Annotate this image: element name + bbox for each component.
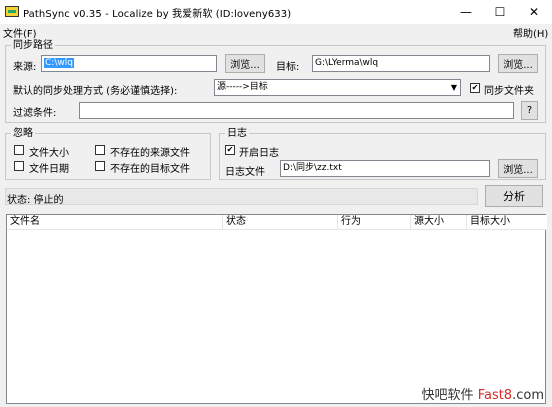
watermark-text-1: 快吧软件 xyxy=(421,388,478,403)
ignore-missing-target-label: 不存在的目标文件 xyxy=(110,164,190,175)
log-file-input[interactable]: D:\同步\zz.txt xyxy=(280,160,490,177)
target-label: 目标: xyxy=(276,62,300,73)
enable-log-label: 开启日志 xyxy=(239,148,279,159)
ignore-missing-source-checkbox[interactable] xyxy=(95,145,105,155)
target-input[interactable]: G:\LYerma\wlq xyxy=(312,55,490,72)
column-filename[interactable]: 文件名 xyxy=(7,215,223,230)
close-icon: ✕ xyxy=(528,5,540,19)
menu-help[interactable]: 帮助(H) xyxy=(513,25,548,40)
sync-path-group-title: 同步路径 xyxy=(11,40,55,51)
app-icon xyxy=(5,6,19,17)
maximize-button[interactable]: ☐ xyxy=(483,0,517,24)
ignore-missing-target-checkbox[interactable] xyxy=(95,161,105,171)
source-browse-button[interactable]: 浏览... xyxy=(225,54,265,73)
ignore-size-checkbox[interactable] xyxy=(14,145,24,155)
column-target-size[interactable]: 目标大小 xyxy=(467,215,547,230)
log-file-label: 日志文件 xyxy=(225,167,265,178)
sync-files-checkbox[interactable]: ✔ xyxy=(470,83,480,93)
watermark-text-3: .com xyxy=(512,388,544,403)
source-label: 来源: xyxy=(13,62,37,73)
file-list[interactable]: 文件名 状态 行为 源大小 目标大小 xyxy=(6,214,547,404)
watermark: 快吧软件 Fast8.com xyxy=(422,384,544,403)
ignore-date-checkbox[interactable] xyxy=(14,161,24,171)
filter-help-button[interactable]: ? xyxy=(521,101,538,120)
menu-file[interactable]: 文件(F) xyxy=(3,25,37,40)
column-status[interactable]: 状态 xyxy=(223,215,338,230)
minimize-button[interactable]: — xyxy=(449,0,483,24)
watermark-text-2: Fast8 xyxy=(477,388,513,403)
ignore-missing-source-label: 不存在的来源文件 xyxy=(110,148,190,159)
column-source-size[interactable]: 源大小 xyxy=(411,215,467,230)
sync-mode-label: 默认的同步处理方式 (务必谨慎选择): xyxy=(13,86,178,97)
check-icon: ✔ xyxy=(471,83,479,92)
column-action[interactable]: 行为 xyxy=(338,215,411,230)
filter-input[interactable] xyxy=(79,102,514,119)
sync-mode-value: 源----->目标 xyxy=(217,82,268,92)
target-browse-button[interactable]: 浏览... xyxy=(498,54,538,73)
minimize-icon: — xyxy=(460,5,472,19)
filter-label: 过滤条件: xyxy=(13,108,57,119)
ignore-group-title: 忽略 xyxy=(11,128,35,139)
check-icon: ✔ xyxy=(226,145,234,154)
sync-files-label: 同步文件夹 xyxy=(484,86,534,97)
close-button[interactable]: ✕ xyxy=(517,0,551,24)
status-text: 状态: 停止的 xyxy=(7,195,64,206)
enable-log-checkbox[interactable]: ✔ xyxy=(225,145,235,155)
log-group-title: 日志 xyxy=(225,128,249,139)
sync-mode-select[interactable]: 源----->目标 ▼ xyxy=(214,79,461,96)
menu-bar xyxy=(0,24,552,38)
ignore-size-label: 文件大小 xyxy=(29,148,69,159)
ignore-date-label: 文件日期 xyxy=(29,164,69,175)
source-input[interactable]: C:\wlq xyxy=(41,55,217,72)
log-browse-button[interactable]: 浏览... xyxy=(498,159,538,178)
chevron-down-icon[interactable]: ▼ xyxy=(448,80,460,95)
window-title: PathSync v0.35 - Localize by 我爱新软 (ID:lo… xyxy=(23,9,292,20)
analyze-button[interactable]: 分析 xyxy=(485,185,543,207)
source-input-value: C:\wlq xyxy=(44,58,74,68)
status-bar xyxy=(5,188,478,205)
maximize-icon: ☐ xyxy=(494,5,506,19)
